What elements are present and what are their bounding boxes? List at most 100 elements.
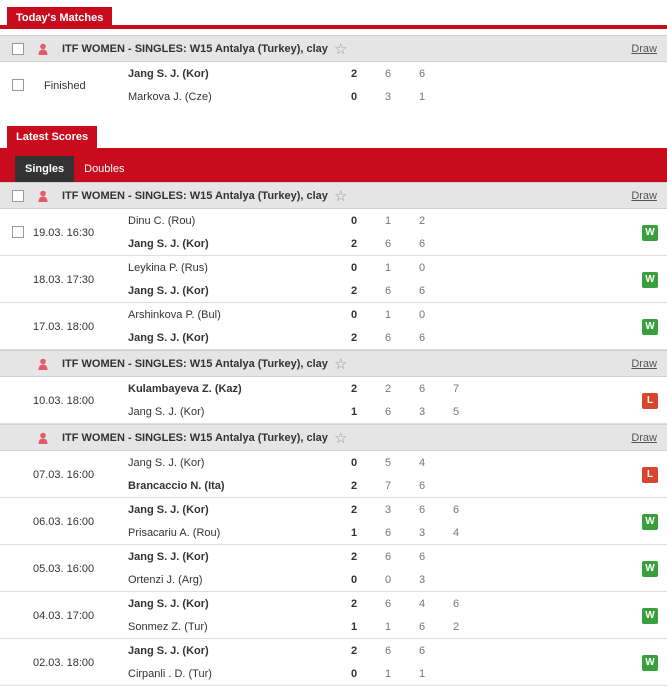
tab-doubles[interactable]: Doubles <box>74 156 134 182</box>
match-row[interactable]: 05.03. 16:00 Jang S. J. (Kor) 2 6 6 Ortenzi J… <box>0 545 667 592</box>
player-name[interactable]: Dinu C. (Rou) <box>128 215 195 227</box>
player-name[interactable]: Cirpanli . D. (Tur) <box>128 668 212 680</box>
player-name[interactable]: Jang S. J. (Kor) <box>128 504 209 516</box>
set-score: 2 <box>418 215 426 227</box>
win-badge[interactable]: W <box>642 225 658 241</box>
league-title[interactable]: ITF WOMEN - SINGLES: W15 Antalya (Turkey… <box>62 190 328 202</box>
match-row[interactable]: 04.03. 17:00 Jang S. J. (Kor) 2 6 4 6 Sonmez Z… <box>0 592 667 639</box>
total-score: 2 <box>350 238 358 250</box>
set-score: 1 <box>384 262 392 274</box>
set-score: 6 <box>452 598 460 610</box>
player-name[interactable]: Jang S. J. (Kor) <box>128 598 209 610</box>
league-title[interactable]: ITF WOMEN - SINGLES: W15 Antalya (Turkey… <box>62 43 328 55</box>
draw-link[interactable]: Draw <box>631 432 657 444</box>
draw-link[interactable]: Draw <box>631 190 657 202</box>
subtabs-bar: Singles Doubles <box>0 148 667 182</box>
loss-badge[interactable]: L <box>642 467 658 483</box>
star-outline-icon[interactable]: ☆ <box>334 40 347 58</box>
league-title[interactable]: ITF WOMEN - SINGLES: W15 Antalya (Turkey… <box>62 358 328 370</box>
player-name[interactable]: Brancaccio N. (Ita) <box>128 480 225 492</box>
set-score: 0 <box>418 309 426 321</box>
total-score: 0 <box>350 574 358 586</box>
match-date: 04.03. 17:00 <box>33 610 95 622</box>
player-name[interactable]: Jang S. J. (Kor) <box>128 645 209 657</box>
match-checkbox[interactable] <box>12 226 24 238</box>
set-score: 6 <box>418 504 426 516</box>
league-title[interactable]: ITF WOMEN - SINGLES: W15 Antalya (Turkey… <box>62 432 328 444</box>
win-badge[interactable]: W <box>642 561 658 577</box>
match-date: 18.03. 17:30 <box>33 274 95 286</box>
star-outline-icon[interactable]: ☆ <box>334 429 347 447</box>
total-score: 2 <box>350 332 358 344</box>
set-score: 4 <box>418 598 426 610</box>
set-score: 6 <box>384 598 392 610</box>
draw-link[interactable]: Draw <box>631 358 657 370</box>
set-score: 6 <box>418 621 426 633</box>
win-badge[interactable]: W <box>642 272 658 288</box>
set-score: 6 <box>384 406 392 418</box>
player-name[interactable]: Jang S. J. (Kor) <box>128 457 204 469</box>
set-score: 6 <box>418 480 426 492</box>
tab-todays-matches[interactable]: Today's Matches <box>7 7 113 29</box>
win-badge[interactable]: W <box>642 608 658 624</box>
tab-singles[interactable]: Singles <box>15 156 75 182</box>
league-checkbox[interactable] <box>12 43 24 55</box>
match-row[interactable]: 17.03. 18:00 Arshinkova P. (Bul) 0 1 0 Jang S… <box>0 303 667 350</box>
set-score: 6 <box>418 645 426 657</box>
player-name[interactable]: Markova J. (Cze) <box>128 91 212 103</box>
win-badge[interactable]: W <box>642 514 658 530</box>
page: Today's Matches ITF WOMEN - SINGLES: W15 … <box>0 0 667 686</box>
loss-badge[interactable]: L <box>642 393 658 409</box>
woman-person-icon <box>37 190 49 202</box>
league-header: ITF WOMEN - SINGLES: W15 Antalya (Turkey… <box>0 182 667 209</box>
total-score: 0 <box>350 91 358 103</box>
total-score: 2 <box>350 383 358 395</box>
total-score: 2 <box>350 551 358 563</box>
set-score: 3 <box>384 91 392 103</box>
match-row[interactable]: 06.03. 16:00 Jang S. J. (Kor) 2 3 6 6 Prisacar… <box>0 498 667 545</box>
player-name[interactable]: Jang S. J. (Kor) <box>128 332 209 344</box>
set-score: 6 <box>384 68 392 80</box>
match-row[interactable]: 10.03. 18:00 Kulambayeva Z. (Kaz) 2 2 6 7 Jang… <box>0 377 667 424</box>
set-score: 5 <box>452 406 460 418</box>
match-row[interactable]: 18.03. 17:30 Leykina P. (Rus) 0 1 0 Jang S. J… <box>0 256 667 303</box>
match-row[interactable]: 02.03. 18:00 Jang S. J. (Kor) 2 6 6 Cirpanli … <box>0 639 667 686</box>
woman-person-icon <box>37 43 49 55</box>
set-score: 3 <box>384 504 392 516</box>
set-score: 6 <box>418 332 426 344</box>
player-name[interactable]: Arshinkova P. (Bul) <box>128 309 221 321</box>
set-score: 1 <box>384 621 392 633</box>
set-score: 6 <box>418 383 426 395</box>
win-badge[interactable]: W <box>642 319 658 335</box>
player-name[interactable]: Jang S. J. (Kor) <box>128 406 204 418</box>
set-score: 6 <box>452 504 460 516</box>
player-name[interactable]: Jang S. J. (Kor) <box>128 285 209 297</box>
player-name[interactable]: Sonmez Z. (Tur) <box>128 621 208 633</box>
player-name[interactable]: Leykina P. (Rus) <box>128 262 208 274</box>
match-row[interactable]: 19.03. 16:30 Dinu C. (Rou) 0 1 2 Jang S. J. (… <box>0 209 667 256</box>
match-row[interactable]: 07.03. 16:00 Jang S. J. (Kor) 0 5 4 Brancacci… <box>0 451 667 498</box>
star-outline-icon[interactable]: ☆ <box>334 187 347 205</box>
player-name[interactable]: Kulambayeva Z. (Kaz) <box>128 383 242 395</box>
player-name[interactable]: Jang S. J. (Kor) <box>128 68 209 80</box>
star-outline-icon[interactable]: ☆ <box>334 355 347 373</box>
total-score: 2 <box>350 504 358 516</box>
total-score: 1 <box>350 527 358 539</box>
draw-link[interactable]: Draw <box>631 43 657 55</box>
total-score: 2 <box>350 285 358 297</box>
woman-person-icon <box>37 432 49 444</box>
win-badge[interactable]: W <box>642 655 658 671</box>
player-name[interactable]: Jang S. J. (Kor) <box>128 238 209 250</box>
league-header: ITF WOMEN - SINGLES: W15 Antalya (Turkey… <box>0 35 667 62</box>
set-score: 0 <box>384 574 392 586</box>
tab-latest-scores[interactable]: Latest Scores <box>7 126 98 148</box>
player-name[interactable]: Jang S. J. (Kor) <box>128 551 209 563</box>
set-score: 6 <box>384 645 392 657</box>
set-score: 6 <box>418 551 426 563</box>
player-name[interactable]: Ortenzi J. (Arg) <box>128 574 203 586</box>
match-row[interactable]: Finished Jang S. J. (Kor) 2 6 6 Markova J. (C… <box>0 62 667 111</box>
match-checkbox[interactable] <box>12 79 24 91</box>
league-checkbox[interactable] <box>12 190 24 202</box>
player-name[interactable]: Prisacariu A. (Rou) <box>128 527 220 539</box>
latest-scores-tabbar: Latest Scores <box>0 123 667 148</box>
